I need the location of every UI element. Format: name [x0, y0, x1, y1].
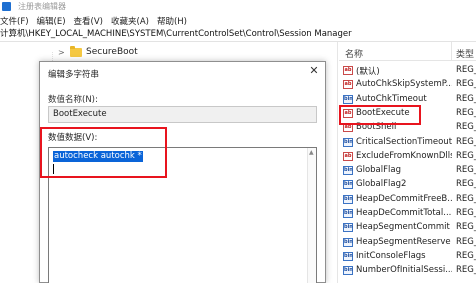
- value-row[interactable]: bin CriticalSectionTimeout REG_: [339, 136, 476, 149]
- value-data-label: 数值数据(V):: [48, 133, 98, 143]
- edit-multi-string-dialog: 编辑多字符串 ✕ 数值名称(N): BootExecute 数值数据(V): a…: [39, 61, 326, 283]
- column-header-type[interactable]: 类型: [456, 47, 474, 60]
- value-row-name: ExcludeFromKnownDlls: [356, 150, 452, 161]
- value-row-name: NumberOfInitialSessi...: [356, 265, 452, 276]
- values-header: 名称 类型: [339, 42, 476, 61]
- value-row-type: REG_: [456, 65, 476, 75]
- binary-value-icon: bin: [343, 180, 353, 190]
- value-row[interactable]: bin InitConsoleFlags REG_: [339, 250, 476, 263]
- dialog-title: 编辑多字符串: [48, 70, 100, 80]
- scroll-up-arrow-icon[interactable]: ▲: [309, 149, 314, 156]
- value-row[interactable]: bin AutoChkTimeout REG_: [339, 93, 476, 106]
- binary-value-icon: bin: [343, 223, 353, 233]
- value-row-name: CriticalSectionTimeout: [356, 136, 452, 147]
- value-row[interactable]: bin HeapSegmentReserve REG_: [339, 236, 476, 249]
- binary-value-icon: bin: [343, 237, 353, 247]
- value-row-type: REG_: [456, 222, 476, 233]
- menu-file[interactable]: 文件(F): [0, 15, 32, 27]
- value-name-label: 数值名称(N):: [48, 95, 98, 105]
- menu-view[interactable]: 查看(V): [74, 15, 106, 27]
- value-row-type: REG_: [456, 150, 476, 161]
- value-row[interactable]: ab BootExecute REG_: [339, 107, 476, 120]
- menu-bar: 文件(F) 编辑(E) 查看(V) 收藏夹(A) 帮助(H): [0, 14, 476, 28]
- string-value-icon: ab: [343, 123, 353, 133]
- vertical-scrollbar[interactable]: ▲: [307, 148, 316, 283]
- column-header-name[interactable]: 名称: [345, 47, 363, 60]
- tree-item-secureboot[interactable]: > SecureBoot: [58, 45, 138, 59]
- regedit-app-icon: [2, 2, 11, 11]
- value-row-name: HeapDeCommitTotal...: [356, 208, 452, 218]
- column-divider[interactable]: [451, 42, 452, 61]
- string-value-icon: ab: [343, 108, 353, 118]
- binary-value-icon: bin: [343, 194, 353, 204]
- value-row[interactable]: bin HeapDeCommitFreeB... REG_: [339, 193, 476, 206]
- value-row-type: REG_: [456, 179, 476, 190]
- binary-value-icon: bin: [343, 137, 353, 147]
- binary-value-icon: bin: [343, 166, 353, 176]
- folder-icon: [70, 45, 82, 57]
- value-row[interactable]: bin NumberOfInitialSessi... REG_: [339, 264, 476, 277]
- value-row-type: REG_: [456, 79, 476, 90]
- value-row[interactable]: bin HeapSegmentCommit REG_: [339, 221, 476, 234]
- binary-value-icon: bin: [343, 94, 353, 104]
- value-row[interactable]: bin HeapDeCommitTotal... REG_: [339, 207, 476, 220]
- value-row-type: REG_: [456, 193, 476, 204]
- binary-value-icon: bin: [343, 251, 353, 261]
- binary-value-icon: bin: [343, 209, 353, 218]
- value-data-textarea[interactable]: autocheck autochk * ▲: [48, 147, 317, 283]
- value-row[interactable]: ab BootShell REG_: [339, 121, 476, 134]
- value-row-type: REG_: [456, 250, 476, 261]
- value-row-type: REG_: [456, 165, 476, 176]
- text-caret: [53, 164, 54, 174]
- value-row-name: HeapDeCommitFreeB...: [356, 193, 452, 204]
- value-row-name: GlobalFlag2: [356, 179, 407, 190]
- value-row-type: REG_: [456, 93, 476, 104]
- value-row-name: AutoChkTimeout: [356, 93, 427, 104]
- tree-item-label: SecureBoot: [86, 47, 138, 57]
- value-row-name: HeapSegmentCommit: [356, 222, 450, 233]
- value-row-name: HeapSegmentReserve: [356, 236, 451, 247]
- value-row-name: (默认): [356, 67, 380, 77]
- value-row-type: REG_: [456, 265, 476, 276]
- string-value-icon: ab: [343, 80, 353, 90]
- value-row-name: InitConsoleFlags: [356, 250, 426, 261]
- value-row-name: AutoChkSkipSystemP...: [356, 79, 452, 90]
- value-row-name: GlobalFlag: [356, 165, 401, 176]
- value-row-type: REG_: [456, 208, 476, 218]
- value-row-type: REG_: [456, 107, 476, 118]
- chevron-right-icon[interactable]: >: [58, 48, 66, 57]
- address-bar[interactable]: 计算机\HKEY_LOCAL_MACHINE\SYSTEM\CurrentCon…: [0, 28, 476, 42]
- value-row-type: REG_: [456, 236, 476, 247]
- value-row[interactable]: ab (默认) REG_: [339, 64, 476, 77]
- window-title: 注册表编辑器: [18, 2, 66, 11]
- value-row[interactable]: ab AutoChkSkipSystemP... REG_: [339, 78, 476, 91]
- string-value-icon: ab: [343, 66, 353, 75]
- value-row-type: REG_: [456, 136, 476, 147]
- title-bar: 注册表编辑器: [0, 0, 476, 13]
- string-value-icon: ab: [343, 151, 353, 161]
- menu-favorites[interactable]: 收藏夹(A): [111, 15, 152, 27]
- values-pane[interactable]: 名称 类型 ab (默认) REG_ ab AutoChkSkipSystemP... R…: [339, 42, 476, 283]
- value-row[interactable]: bin GlobalFlag REG_: [339, 164, 476, 177]
- value-row[interactable]: bin GlobalFlag2 REG_: [339, 178, 476, 191]
- value-row-name: BootShell: [356, 122, 397, 133]
- menu-help[interactable]: 帮助(H): [157, 15, 190, 27]
- value-row-name: BootExecute: [356, 107, 410, 118]
- value-row-type: REG_: [456, 122, 476, 133]
- menu-edit[interactable]: 编辑(E): [37, 15, 69, 27]
- close-icon[interactable]: ✕: [306, 64, 322, 78]
- selected-data-text[interactable]: autocheck autochk *: [53, 151, 143, 162]
- value-name-field: BootExecute: [48, 106, 317, 123]
- value-row[interactable]: ab ExcludeFromKnownDlls REG_: [339, 150, 476, 163]
- binary-value-icon: bin: [343, 266, 353, 276]
